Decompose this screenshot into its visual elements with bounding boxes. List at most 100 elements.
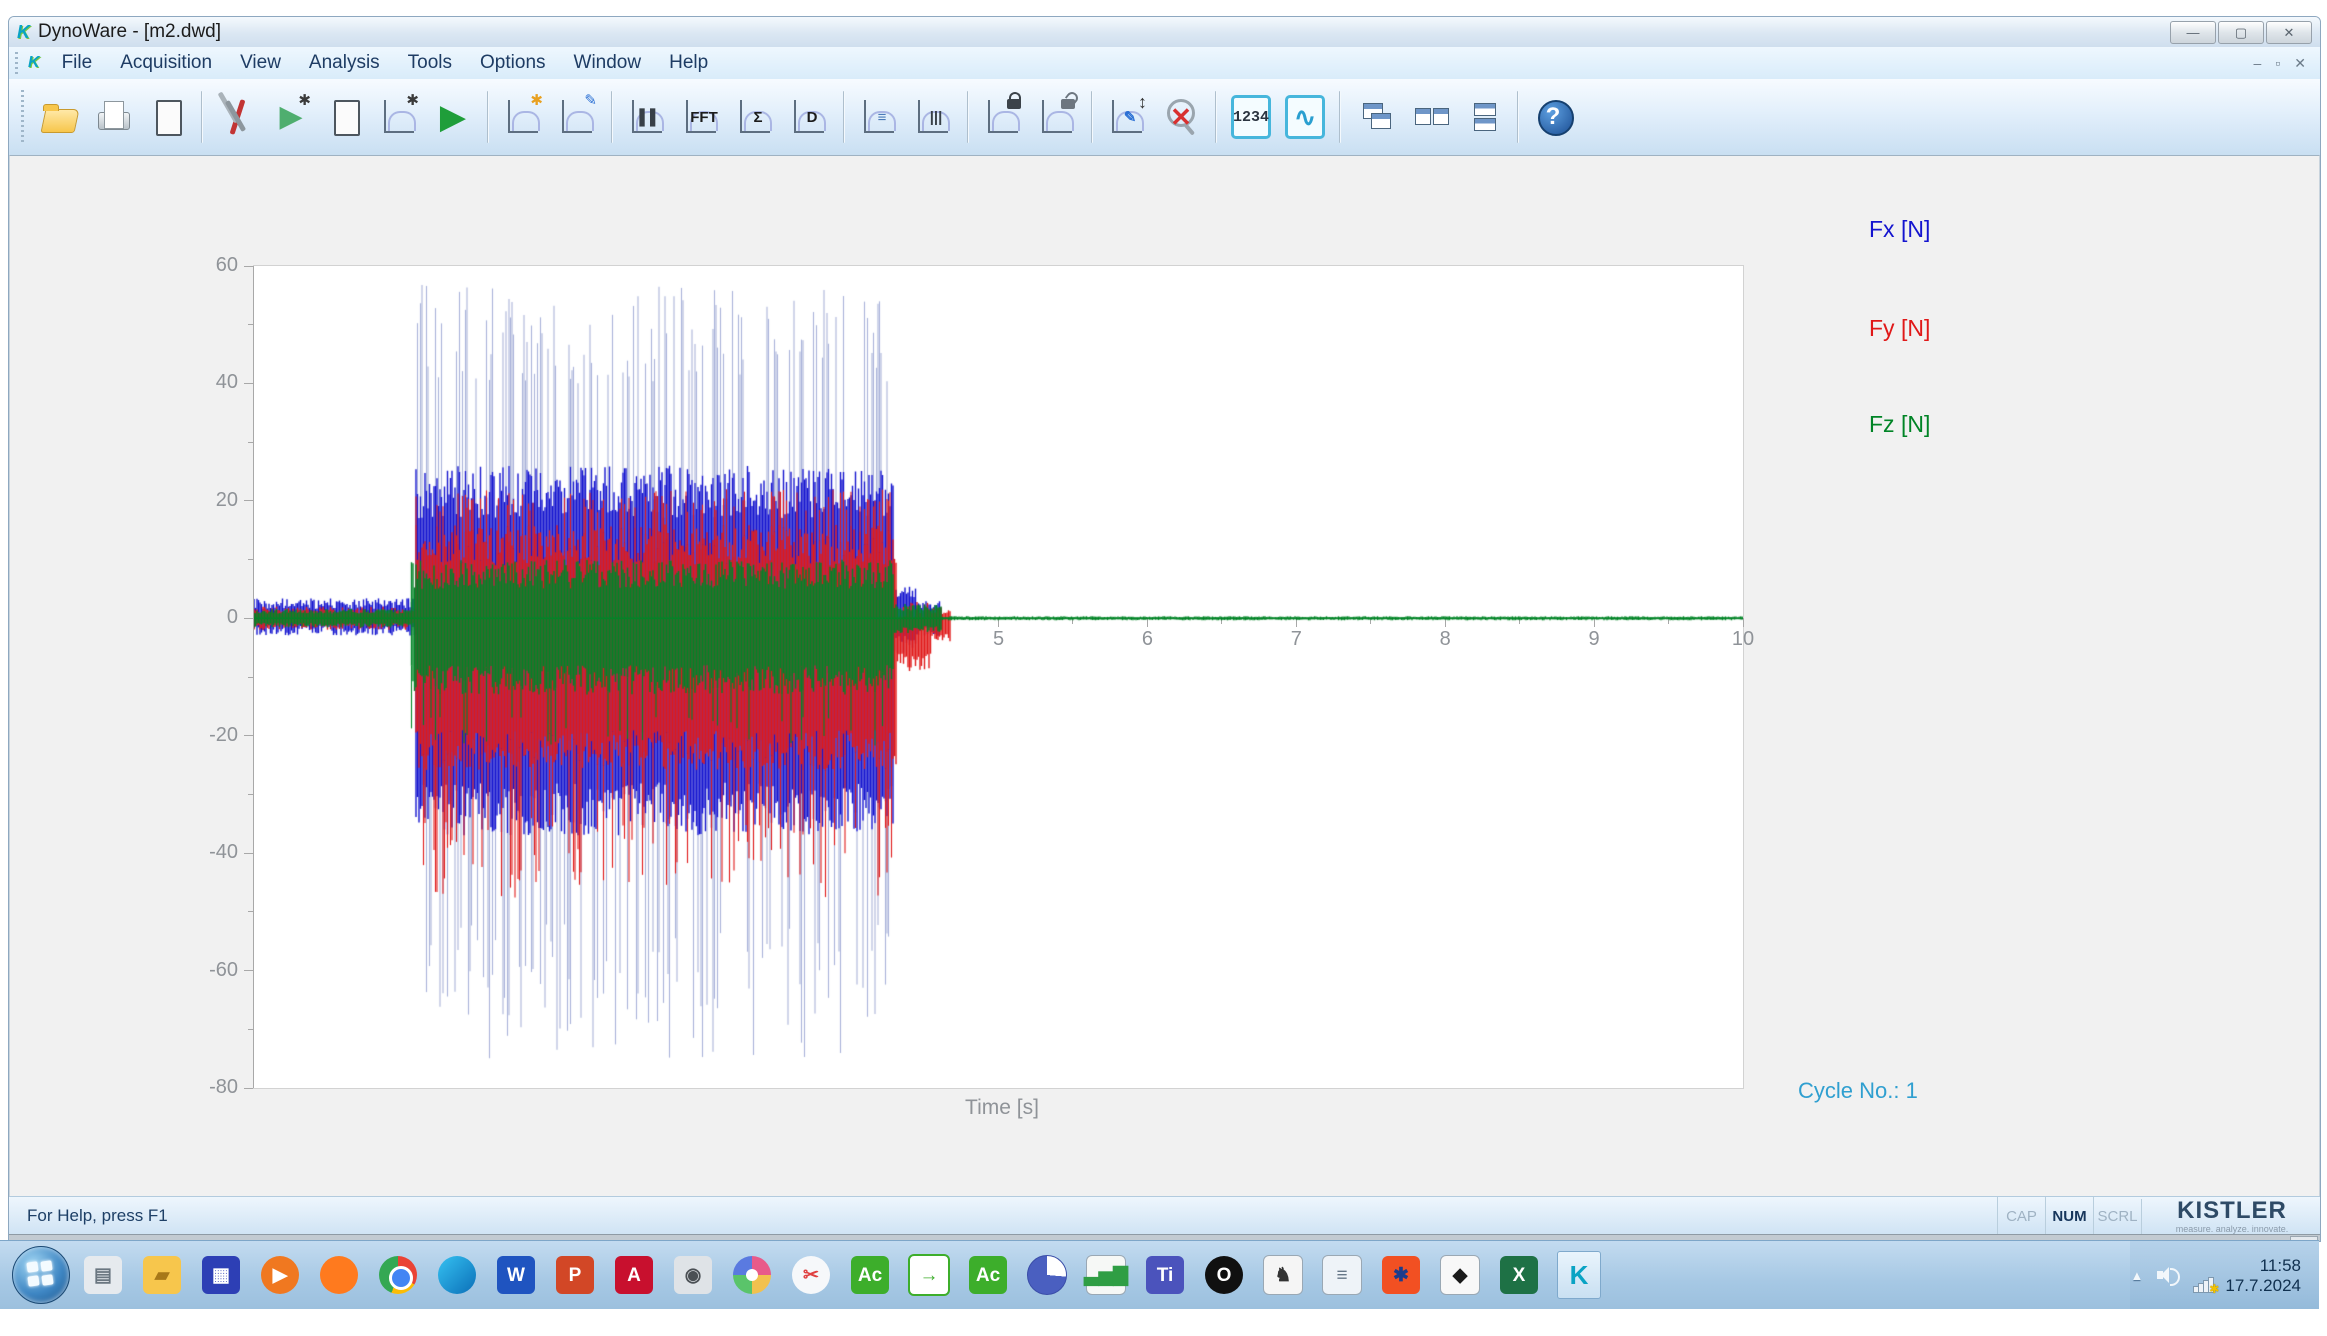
toolbar-icon-badge: [1007, 99, 1021, 109]
chrome[interactable]: [377, 1252, 419, 1298]
Fx [N][interactable]: Fx [N]: [1869, 216, 1930, 243]
toolbar-separator: [1091, 91, 1093, 143]
open-file-button[interactable]: [35, 91, 83, 143]
mdi-close-button[interactable]: ✕: [2294, 56, 2306, 70]
taskbar-icon: Ti: [1146, 1256, 1184, 1294]
camera-app[interactable]: ◉: [672, 1252, 714, 1298]
tile-vertical-button[interactable]: [1459, 91, 1507, 143]
chart-app[interactable]: ▃▅▇: [1085, 1252, 1127, 1298]
volume-icon[interactable]: [2157, 1265, 2179, 1285]
toolbar-icon: ▶: [429, 91, 477, 143]
snipping-tool[interactable]: ✂: [790, 1252, 832, 1298]
toolbar-separator: [1339, 91, 1341, 143]
graphic-display-button[interactable]: ∿: [1281, 91, 1329, 143]
restore-button[interactable]: ▢: [2218, 21, 2264, 44]
documentation-button[interactable]: ✎: [321, 91, 369, 143]
edit-axes-button[interactable]: ✎ ↕: [1103, 91, 1151, 143]
menu-item[interactable]: Help: [655, 49, 722, 77]
edge[interactable]: [436, 1252, 478, 1298]
cycle-annotation: Cycle No.: 1: [1798, 1078, 1918, 1104]
minimize-button[interactable]: —: [2170, 21, 2216, 44]
chart-area: 6040200-20-40-60-805678910 Fx [N] Fy [N] F…: [9, 155, 2320, 1197]
network-icon[interactable]: ✱: [2193, 1277, 2215, 1293]
start-button[interactable]: [12, 1246, 70, 1304]
obs[interactable]: O: [1203, 1252, 1245, 1298]
excel[interactable]: X: [1498, 1252, 1540, 1298]
toolbar-grip: [21, 90, 24, 144]
palette-app[interactable]: [731, 1252, 773, 1298]
sum-button[interactable]: Σ: [731, 91, 779, 143]
taskbar-icon: ✂: [792, 1256, 830, 1294]
dynoware-taskbar-item[interactable]: K: [1557, 1251, 1601, 1299]
title-bar[interactable]: K DynoWare - [m2.dwd] —▢✕: [9, 17, 2320, 47]
mdi-minimize-button[interactable]: –: [2254, 56, 2262, 70]
compress-curves-button[interactable]: ≡: [855, 91, 903, 143]
settings-app[interactable]: ✱: [1380, 1252, 1422, 1298]
menu-item[interactable]: Acquisition: [106, 49, 226, 77]
acquisition-config-button[interactable]: ▶ ✱: [267, 91, 315, 143]
save-tool[interactable]: ▦: [200, 1252, 242, 1298]
status-bar: For Help, press F1 CAPNUMSCRL KISTLER me…: [9, 1196, 2320, 1235]
fft-button[interactable]: FFT: [677, 91, 725, 143]
notepad-app[interactable]: ≡: [1321, 1252, 1363, 1298]
toolbar-icon-badge: ✎: [584, 93, 597, 108]
numeric-display-button[interactable]: 1234: [1227, 91, 1275, 143]
utility-app[interactable]: ▤: [82, 1252, 124, 1298]
start-acquisition-button[interactable]: ▶: [429, 91, 477, 143]
menu-item[interactable]: Options: [466, 49, 559, 77]
close-button[interactable]: ✕: [2266, 21, 2312, 44]
powerpoint[interactable]: P: [554, 1252, 596, 1298]
menu-item[interactable]: Analysis: [295, 49, 394, 77]
view-setup-button[interactable]: ✱: [375, 91, 423, 143]
menu-items: FileAcquisitionViewAnalysisToolsOptionsW…: [48, 49, 723, 77]
Fy [N][interactable]: Fy [N]: [1869, 315, 1930, 342]
pie-app[interactable]: [1026, 1252, 1068, 1298]
plot-area[interactable]: 6040200-20-40-60-805678910: [253, 265, 1744, 1089]
y-tick-label: -40: [194, 841, 238, 864]
cancel-zoom-button[interactable]: ✕: [1157, 91, 1205, 143]
mdi-restore-button[interactable]: ▫: [2275, 56, 2280, 70]
menu-item[interactable]: Tools: [394, 49, 466, 77]
y-tick-label: -20: [194, 724, 238, 747]
signal-canvas[interactable]: [254, 266, 1743, 1088]
help-button[interactable]: ?: [1529, 91, 1577, 143]
word[interactable]: W: [495, 1252, 537, 1298]
activepresenter-2[interactable]: Ac: [967, 1252, 1009, 1298]
edit-graph-button[interactable]: ✎: [553, 91, 601, 143]
toolbar-icon: [213, 91, 261, 143]
hardware-setup-button[interactable]: [213, 91, 261, 143]
misc-app[interactable]: ♞: [1262, 1252, 1304, 1298]
unlock-axes-button[interactable]: [1033, 91, 1081, 143]
media-player[interactable]: ▶: [259, 1252, 301, 1298]
acrobat[interactable]: A: [613, 1252, 655, 1298]
expand-curves-button[interactable]: |||: [909, 91, 957, 143]
clock[interactable]: 11:58 ✱ 17.7.2024: [2193, 1257, 2309, 1294]
lock-axes-button[interactable]: [979, 91, 1027, 143]
toolbar-icon: D: [785, 91, 833, 143]
y-tick-label: 60: [194, 254, 238, 277]
activepresenter[interactable]: Ac: [849, 1252, 891, 1298]
tile-horizontal-button[interactable]: [1405, 91, 1453, 143]
y-tick: [244, 500, 253, 501]
print-button[interactable]: [89, 91, 137, 143]
file-explorer[interactable]: ▰: [141, 1252, 183, 1298]
menu-item[interactable]: View: [226, 49, 295, 77]
firefox[interactable]: [318, 1252, 360, 1298]
menu-item[interactable]: Window: [560, 49, 656, 77]
export-refresh-button[interactable]: ↻: [143, 91, 191, 143]
Fz [N][interactable]: Fz [N]: [1869, 411, 1930, 438]
new-graph-button[interactable]: ✱: [499, 91, 547, 143]
cascade-windows-button[interactable]: [1351, 91, 1399, 143]
toolbar-separator: [201, 91, 203, 143]
toolbar-icon: ≡: [855, 91, 903, 143]
menu-item[interactable]: File: [48, 49, 107, 77]
taskbar-icon: ▰: [143, 1256, 181, 1294]
derivative-button[interactable]: D: [785, 91, 833, 143]
taskbar-items: ▤ ▰ ▦ ▶ W P A ◉: [82, 1251, 1601, 1299]
y-tick-label: 20: [194, 489, 238, 512]
teams[interactable]: Ti: [1144, 1252, 1186, 1298]
show-hidden-icons-button[interactable]: ▲: [2130, 1268, 2143, 1283]
export-doc-app[interactable]: →: [908, 1252, 950, 1298]
cursor-bars-button[interactable]: ▌▌: [623, 91, 671, 143]
inkscape[interactable]: ◆: [1439, 1252, 1481, 1298]
